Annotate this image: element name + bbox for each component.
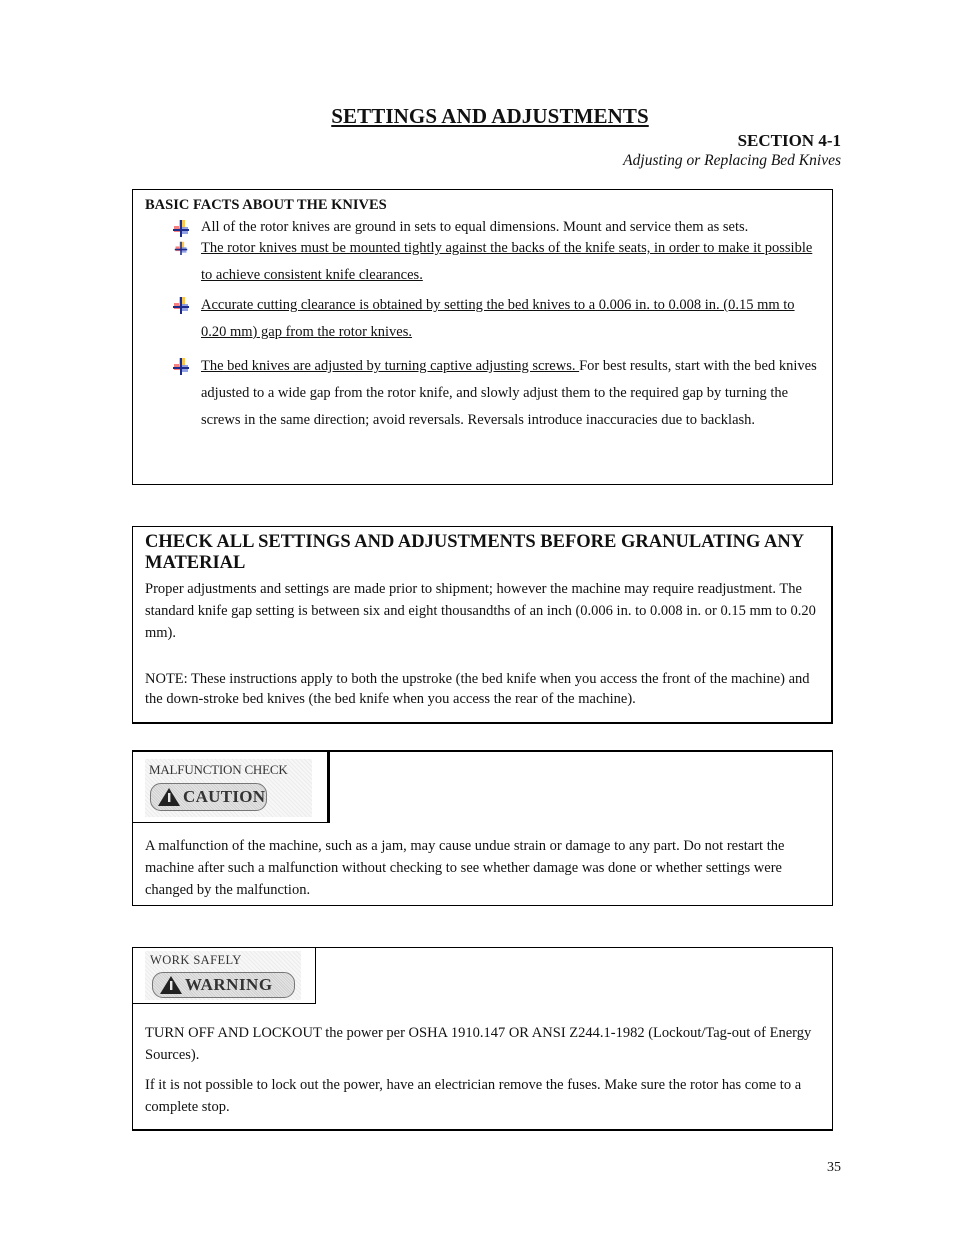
caution-label: MALFUNCTION CHECK CAUTION [132,750,330,823]
basic-facts-box: BASIC FACTS ABOUT THE KNIVES All of the … [132,189,833,485]
fact-item: The bed knives are adjusted by turning c… [201,353,821,434]
pushpin-icon [172,219,190,237]
pushpin-icon [174,241,188,255]
page-number: 35 [827,1160,841,1175]
fact-item: Accurate cutting clearance is obtained b… [201,292,821,346]
fact-underlined-text: The rotor knives must be mounted tightly… [201,240,813,283]
fact-underlined-text: Accurate cutting clearance is obtained b… [201,297,795,340]
warning-signal-word: WARNING [185,975,273,994]
fact-item: The rotor knives must be mounted tightly… [201,235,821,289]
caution-sign: MALFUNCTION CHECK CAUTION [145,759,312,817]
warning-paragraph: TURN OFF AND LOCKOUT the power per OSHA … [145,1025,812,1063]
fact-text: All of the rotor knives are ground in se… [201,219,749,235]
check-settings-box: CHECK ALL SETTINGS AND ADJUSTMENTS BEFOR… [132,526,833,724]
warning-sign: WORK SAFELY WARNING [145,951,301,1000]
warning-caption: WORK SAFELY [150,953,242,967]
section-number: SECTION 4-1 [737,131,841,150]
check-settings-heading: CHECK ALL SETTINGS AND ADJUSTMENTS BEFOR… [145,532,804,573]
caution-caption: MALFUNCTION CHECK [149,762,288,777]
fact-item: All of the rotor knives are ground in se… [201,217,821,237]
warning-label: WORK SAFELY WARNING [132,947,316,1004]
pushpin-icon [172,296,190,314]
page-title: SETTINGS AND ADJUSTMENTS [0,104,954,129]
page-title-text: SETTINGS AND ADJUSTMENTS [331,104,649,128]
warning-signal-badge: WARNING [152,972,295,998]
section-subtitle: Adjusting or Replacing Bed Knives [623,152,841,169]
caution-box: MALFUNCTION CHECK CAUTION A malfunction … [132,750,833,906]
basic-facts-heading: BASIC FACTS ABOUT THE KNIVES [145,197,387,213]
check-settings-paragraph: Proper adjustments and settings are made… [145,581,816,641]
caution-signal-badge: CAUTION [150,783,267,811]
warning-box: WORK SAFELY WARNING TURN OFF AND LOCKOUT… [132,947,833,1131]
fact-underlined-text: The bed knives are adjusted by turning c… [201,358,580,374]
warning-paragraph: If it is not possible to lock out the po… [145,1077,802,1115]
check-settings-note: NOTE: These instructions apply to both t… [145,671,810,707]
caution-text: A malfunction of the machine, such as a … [145,838,785,898]
warning-triangle-icon [159,975,183,995]
pushpin-icon [172,357,190,375]
caution-signal-word: CAUTION [183,787,266,806]
warning-triangle-icon [157,787,181,807]
